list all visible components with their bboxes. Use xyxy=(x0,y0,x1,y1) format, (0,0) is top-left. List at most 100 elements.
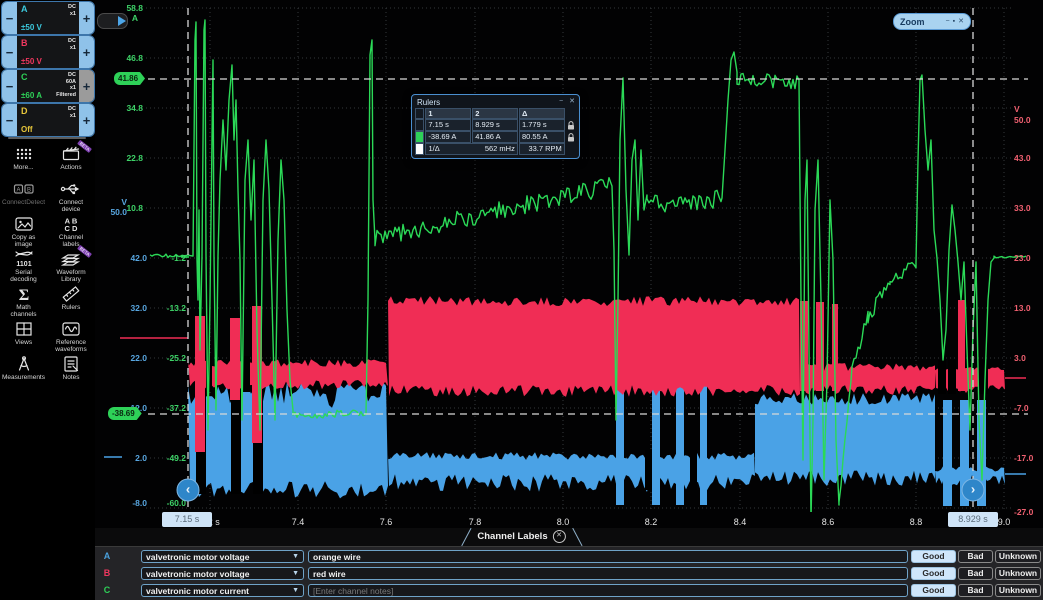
time-axis-label: 8.6 xyxy=(822,517,835,527)
channel-b-label-dropdown[interactable]: valvetronic motor voltage ▼ xyxy=(141,567,304,580)
channel-b-increase-button[interactable]: + xyxy=(79,36,94,68)
sidebar-item-notes[interactable]: Notes xyxy=(47,354,95,389)
axis-label-voltage-a: 32.0 xyxy=(87,304,147,313)
channel-a-coupling: DC x1 xyxy=(68,4,76,17)
ruler-col-2-header: 2 xyxy=(472,108,518,119)
chevron-down-icon: ▼ xyxy=(292,570,299,577)
channel-labels-icon: A BC D xyxy=(61,214,81,233)
channel-a-decrease-button[interactable]: − xyxy=(2,2,17,34)
sidebar-item-label: Actions xyxy=(60,164,81,171)
left-ruler-time-badge: 7.15 s xyxy=(162,512,212,527)
channel-labels-close-icon[interactable]: ✕ xyxy=(553,530,566,543)
time-axis-label: 9.0 xyxy=(998,517,1011,527)
ruler-time-2: 8.929 s xyxy=(472,119,518,131)
sidebar-item-label: Copy as image xyxy=(12,234,36,248)
waveform-channel-b-gap xyxy=(243,356,250,392)
sidebar-menu: More...BETAActionsABConnectDetectConnect… xyxy=(0,144,95,389)
sidebar-item-label: Math channels xyxy=(10,304,36,318)
channel-b-good-button[interactable]: Good xyxy=(911,567,956,580)
sidebar-item-views[interactable]: Views xyxy=(0,319,47,354)
channel-a-label-row: A valvetronic motor voltage ▼ Good Bad U… xyxy=(0,550,1043,563)
channel-d-letter: D xyxy=(21,106,28,116)
views-icon xyxy=(14,319,34,338)
rulers-minimize-icon[interactable]: − xyxy=(559,98,563,106)
channel-c-unknown-button[interactable]: Unknown xyxy=(995,584,1041,597)
channel-a-good-button[interactable]: Good xyxy=(911,550,956,563)
sidebar-item-actions[interactable]: BETAActions xyxy=(47,144,95,179)
channel-panel-c[interactable]: − C DC 60A x1 Filtered ±60 A + xyxy=(1,69,95,103)
ruler-frequency-value: 562 mHz xyxy=(485,144,515,154)
channel-a-range: ±50 V xyxy=(21,23,42,32)
sidebar-item-rulers[interactable]: Rulers xyxy=(47,284,95,319)
ruler-value-badge[interactable]: -38.69 xyxy=(108,407,142,420)
rulers-close-icon[interactable]: ✕ xyxy=(569,98,575,106)
channel-b-bad-button[interactable]: Bad xyxy=(958,567,993,580)
channel-c-label-dropdown[interactable]: valvetronic motor current ▼ xyxy=(141,584,304,597)
channel-a-notes-input[interactable] xyxy=(308,550,908,563)
axis-label-voltage-a: -8.0 xyxy=(87,499,147,508)
waveform-channel-b-gap xyxy=(948,360,956,394)
waveform-channel-b-band xyxy=(188,359,388,389)
sidebar-item-channel-labels[interactable]: A BC DChannel labels xyxy=(47,214,95,249)
channel-d-increase-button[interactable]: + xyxy=(79,104,94,136)
rulers-popup[interactable]: Rulers − ✕ 1 2 Δ 7.15 s 8.929 s 1.779 s … xyxy=(411,94,580,159)
channel-b-decrease-button[interactable]: − xyxy=(2,36,17,68)
channel-a-bad-button[interactable]: Bad xyxy=(958,550,993,563)
channel-c-bad-button[interactable]: Bad xyxy=(958,584,993,597)
channel-labels-tab[interactable]: Channel Labels ✕ xyxy=(463,528,579,545)
copy-as-image-icon xyxy=(14,214,34,233)
channel-panel-b[interactable]: − B DC x1 ±50 V + xyxy=(1,35,95,69)
sidebar-item-copy-as-image[interactable]: Copy as image xyxy=(0,214,47,249)
sidebar-item-reference-waveforms[interactable]: Reference waveforms xyxy=(47,319,95,354)
ruler-time-lock-icon[interactable] xyxy=(566,119,576,131)
sidebar-item-math-channels[interactable]: ΣMath channels xyxy=(0,284,47,319)
right-ruler-handle[interactable]: › xyxy=(962,479,985,502)
sidebar-item-label: Waveform Library xyxy=(56,269,85,283)
channel-panel-scrollbar[interactable] xyxy=(8,137,86,139)
channel-a-unknown-button[interactable]: Unknown xyxy=(995,550,1041,563)
sidebar-item-label: ConnectDetect xyxy=(2,199,45,206)
row-c-letter: C xyxy=(100,584,114,597)
zoom-window[interactable]: Zoom − ▪ ✕ xyxy=(893,13,971,30)
chevron-down-icon: ▼ xyxy=(292,587,299,594)
sidebar-item-more-grid[interactable]: More... xyxy=(0,144,47,179)
zoom-close-icon[interactable]: ✕ xyxy=(958,18,964,25)
waveform-channel-a-gap xyxy=(645,450,652,490)
channel-a-increase-button[interactable]: + xyxy=(79,2,94,34)
time-axis-label: 8.0 xyxy=(557,517,570,527)
channel-b-unknown-button[interactable]: Unknown xyxy=(995,567,1041,580)
ruler-value-badge[interactable]: 41.86 xyxy=(114,72,145,85)
zoom-restore-icon[interactable]: ▪ xyxy=(953,18,955,25)
channel-b-notes-input[interactable] xyxy=(308,567,908,580)
channel-d-decrease-button[interactable]: − xyxy=(2,104,17,136)
channel-panel-d[interactable]: − D DC x1 Off + xyxy=(1,103,95,137)
zoom-minimize-icon[interactable]: − xyxy=(946,18,950,25)
waveform-library-icon xyxy=(60,249,82,268)
ruler-frequency-row: 1/Δ 562 mHz 33.7 RPM xyxy=(415,143,576,155)
left-ruler-handle[interactable]: ‹ xyxy=(177,479,200,502)
channel-a-label-dropdown[interactable]: valvetronic motor voltage ▼ xyxy=(141,550,304,563)
sidebar-item-waveform-library[interactable]: BETAWaveform Library xyxy=(47,249,95,284)
axis-label-voltage-b: 43.0 xyxy=(1014,154,1042,163)
waveform-layer xyxy=(150,20,1026,520)
channel-panel-a[interactable]: − A DC x1 ±50 V + xyxy=(1,1,95,35)
sidebar-item-connect-detect[interactable]: ABConnectDetect xyxy=(0,179,47,214)
time-axis-label: 8.2 xyxy=(645,517,658,527)
ruler-value-lock-icon[interactable] xyxy=(566,131,576,143)
channel-c-notes-input[interactable] xyxy=(308,584,908,597)
ruler-value-row: -38.69 A 41.86 A 80.55 A xyxy=(415,131,576,143)
channel-c-good-button[interactable]: Good xyxy=(911,584,956,597)
ruler-time-1: 7.15 s xyxy=(425,119,471,131)
axis-label-voltage-b: 23.0 xyxy=(1014,254,1042,263)
channel-c-range: ±60 A xyxy=(21,91,42,100)
channel-c-decrease-button[interactable]: − xyxy=(2,70,17,102)
ruler-time-delta: 1.779 s xyxy=(519,119,565,131)
sidebar-item-measurements[interactable]: Measurements xyxy=(0,354,47,389)
trigger-marker[interactable] xyxy=(97,13,128,29)
channel-b-label-row: B valvetronic motor voltage ▼ Good Bad U… xyxy=(0,567,1043,580)
sidebar-item-serial-decoding[interactable]: 1101Serial decoding xyxy=(0,249,47,284)
channel-c-increase-button[interactable]: + xyxy=(79,70,94,102)
time-axis-label: 7.8 xyxy=(469,517,482,527)
sidebar-item-connect-device[interactable]: Connect device xyxy=(47,179,95,214)
scope-plot-area[interactable] xyxy=(0,0,1043,600)
